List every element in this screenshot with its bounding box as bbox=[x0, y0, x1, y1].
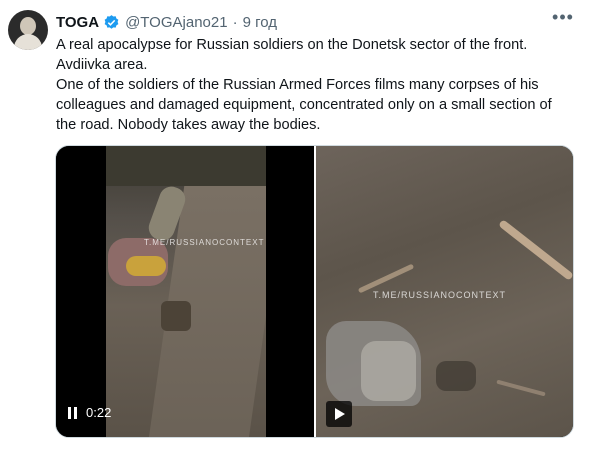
media-grid: T.ME/RUSSIANOCONTEXT 0:22 T.ME/RUSSIANOC… bbox=[55, 145, 574, 438]
tweet-text-line: Avdiivka area. bbox=[56, 57, 148, 73]
tweet-text-line: colleagues and damaged equipment, concen… bbox=[56, 97, 552, 113]
scene-debris bbox=[161, 301, 191, 331]
tweet-text-line: A real apocalypse for Russian soldiers o… bbox=[56, 37, 528, 53]
tweet-text: A real apocalypse for Russian soldiers o… bbox=[56, 35, 586, 135]
watermark-right: T.ME/RUSSIANOCONTEXT bbox=[373, 290, 507, 300]
scene-stick bbox=[357, 263, 415, 294]
author-name[interactable]: TOGA bbox=[56, 14, 99, 31]
scene-grass bbox=[106, 146, 266, 186]
play-icon[interactable] bbox=[326, 401, 352, 427]
tweet-text-line: One of the soldiers of the Russian Armed… bbox=[56, 77, 539, 93]
video-controls-left: 0:22 bbox=[68, 405, 111, 420]
watermark-left: T.ME/RUSSIANOCONTEXT bbox=[144, 238, 265, 247]
more-icon[interactable]: ••• bbox=[551, 8, 575, 30]
pause-icon[interactable] bbox=[68, 406, 78, 419]
scene-patch bbox=[436, 361, 476, 391]
play-triangle bbox=[335, 408, 345, 420]
separator-dot: · bbox=[232, 13, 238, 31]
author-handle[interactable]: @TOGAjano21 bbox=[125, 14, 228, 31]
verified-badge-icon bbox=[104, 14, 119, 29]
scene-stick bbox=[496, 379, 546, 397]
scene-figure bbox=[126, 256, 166, 276]
avatar-body bbox=[14, 34, 42, 50]
tweet-timestamp[interactable]: 9 год bbox=[243, 14, 277, 31]
author-avatar[interactable] bbox=[8, 10, 48, 50]
video-right[interactable]: T.ME/RUSSIANOCONTEXT bbox=[316, 146, 573, 437]
video-left[interactable]: T.ME/RUSSIANOCONTEXT 0:22 bbox=[56, 146, 314, 437]
scene-cloth bbox=[361, 341, 416, 401]
video-frame-left bbox=[106, 146, 266, 437]
scene-stick bbox=[498, 219, 573, 281]
tweet-header: TOGA @TOGAjano21 · 9 год bbox=[56, 12, 277, 32]
video-duration: 0:22 bbox=[86, 405, 112, 420]
tweet-text-line: the road. Nobody takes away the bodies. bbox=[56, 117, 321, 133]
avatar-face bbox=[20, 17, 36, 35]
